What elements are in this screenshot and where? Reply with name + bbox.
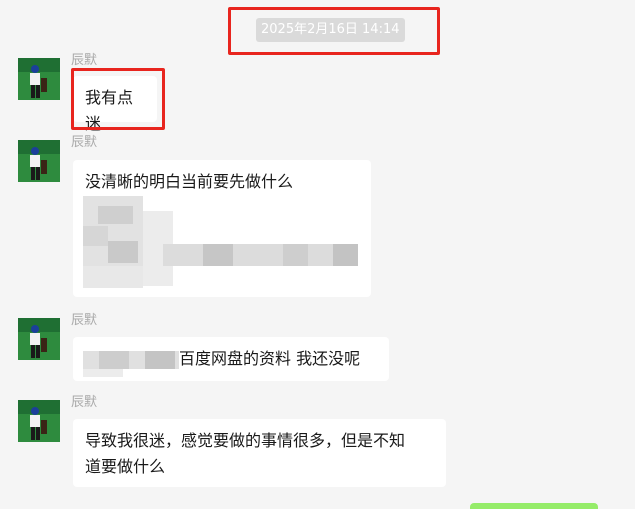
avatar[interactable]: [18, 318, 60, 360]
avatar[interactable]: [18, 140, 60, 182]
message-highlight-box: [71, 68, 165, 130]
message-bubble[interactable]: 百度网盘的资料 我还没呢: [73, 337, 389, 381]
message-text: 百度网盘的资料 我还没呢: [179, 349, 361, 368]
sender-name: 辰默: [71, 395, 98, 410]
sent-message-bubble[interactable]: [470, 503, 598, 509]
avatar[interactable]: [18, 58, 60, 100]
avatar-photo-icon: [18, 140, 60, 182]
avatar[interactable]: [18, 400, 60, 442]
sender-name: 辰默: [71, 53, 98, 68]
avatar-photo-icon: [18, 58, 60, 100]
redacted-content: [83, 196, 363, 288]
redacted-content: [83, 345, 179, 377]
timestamp: 2025年2月16日 14:14: [256, 18, 405, 42]
message-bubble[interactable]: 导致我很迷，感觉要做的事情很多，但是不知 道要做什么: [73, 419, 446, 487]
message-bubble[interactable]: 没清晰的明白当前要先做什么: [73, 160, 371, 297]
avatar-photo-icon: [18, 400, 60, 442]
sender-name: 辰默: [71, 135, 98, 150]
avatar-photo-icon: [18, 318, 60, 360]
message-text: 没清晰的明白当前要先做什么: [85, 172, 294, 191]
sender-name: 辰默: [71, 313, 98, 328]
message-text-line-1: 导致我很迷，感觉要做的事情很多，但是不知: [85, 431, 406, 450]
message-text-line-2: 道要做什么: [85, 457, 166, 476]
chat-message-area[interactable]: 2025年2月16日 14:14 辰默 我有点迷 辰默 没清晰的明白当前要先做什…: [0, 0, 635, 509]
